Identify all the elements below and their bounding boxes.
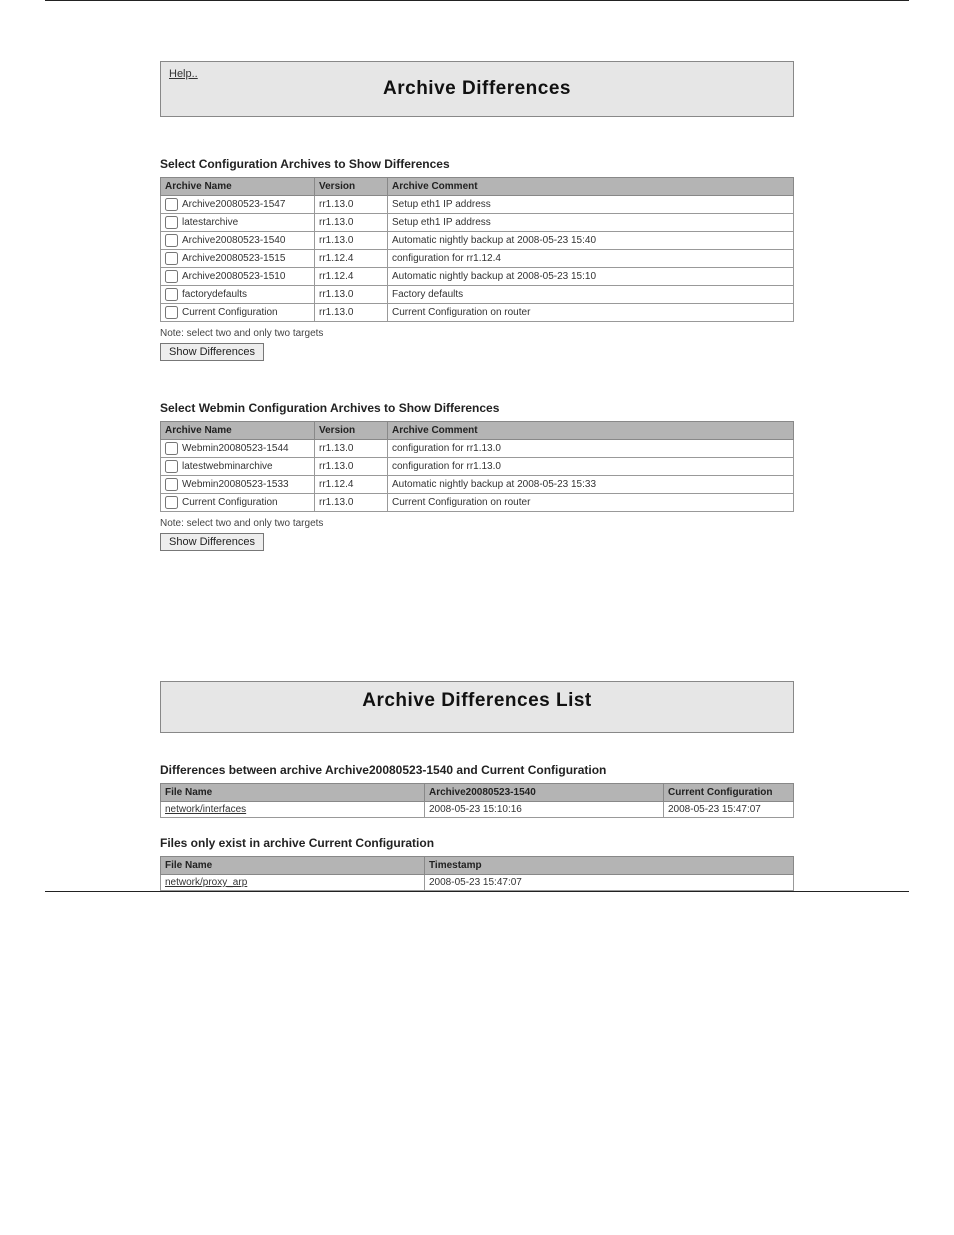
list-title: Archive Differences List: [169, 690, 785, 712]
archive-name: Archive20080523-1540: [182, 235, 285, 246]
archive-comment: configuration for rr1.13.0: [388, 440, 794, 458]
archive-name: Archive20080523-1547: [182, 199, 285, 210]
archive-version: rr1.13.0: [315, 196, 388, 214]
bottom-rule: [45, 891, 909, 892]
timestamp-b: 2008-05-23 15:47:07: [664, 802, 794, 818]
table-row: Archive20080523-1540 rr1.13.0Automatic ni…: [161, 232, 794, 250]
archive-comment: Current Configuration on router: [388, 494, 794, 512]
archive-comment: configuration for rr1.12.4: [388, 250, 794, 268]
archive-version: rr1.12.4: [315, 476, 388, 494]
help-link[interactable]: Help..: [169, 68, 198, 80]
timestamp: 2008-05-23 15:47:07: [425, 875, 794, 891]
archive-name: Webmin20080523-1533: [182, 479, 289, 490]
archive-version: rr1.12.4: [315, 268, 388, 286]
col-version: Version: [315, 422, 388, 440]
archive-comment: Current Configuration on router: [388, 304, 794, 322]
table-row: Webmin20080523-1533 rr1.12.4Automatic nig…: [161, 476, 794, 494]
only-in-heading: Files only exist in archive Current Conf…: [160, 836, 794, 850]
table-row: latestarchive rr1.13.0Setup eth1 IP addre…: [161, 214, 794, 232]
table-row: network/interfaces 2008-05-23 15:10:16200…: [161, 802, 794, 818]
archive-name: latestwebminarchive: [182, 461, 273, 472]
table-row: Archive20080523-1510 rr1.12.4Automatic ni…: [161, 268, 794, 286]
archive-checkbox[interactable]: [165, 288, 178, 301]
col-timestamp: Timestamp: [425, 857, 794, 875]
table-row: Archive20080523-1547 rr1.13.0Setup eth1 I…: [161, 196, 794, 214]
file-link[interactable]: network/interfaces: [165, 804, 246, 815]
archive-checkbox[interactable]: [165, 216, 178, 229]
archive-differences-list-panel: Archive Differences List: [160, 681, 794, 733]
show-differences-button[interactable]: Show Differences: [160, 343, 264, 361]
archive-version: rr1.12.4: [315, 250, 388, 268]
archive-comment: Automatic nightly backup at 2008-05-23 1…: [388, 232, 794, 250]
archive-comment: Automatic nightly backup at 2008-05-23 1…: [388, 268, 794, 286]
webmin-archives-table: Archive Name Version Archive Comment Web…: [160, 421, 794, 512]
table-row: latestwebminarchive rr1.13.0configuration…: [161, 458, 794, 476]
archive-comment: Factory defaults: [388, 286, 794, 304]
note-text: Note: select two and only two targets: [160, 328, 794, 339]
archive-checkbox[interactable]: [165, 306, 178, 319]
col-comment: Archive Comment: [388, 178, 794, 196]
archive-checkbox[interactable]: [165, 478, 178, 491]
file-link[interactable]: network/proxy_arp: [165, 877, 247, 888]
archive-version: rr1.13.0: [315, 494, 388, 512]
archive-name: Archive20080523-1515: [182, 253, 285, 264]
archive-name: Current Configuration: [182, 497, 278, 508]
archive-checkbox[interactable]: [165, 496, 178, 509]
archive-comment: Setup eth1 IP address: [388, 196, 794, 214]
archive-checkbox[interactable]: [165, 252, 178, 265]
webmin-archives-heading: Select Webmin Configuration Archives to …: [160, 401, 794, 415]
archive-checkbox[interactable]: [165, 234, 178, 247]
timestamp-a: 2008-05-23 15:10:16: [425, 802, 664, 818]
archive-version: rr1.13.0: [315, 458, 388, 476]
col-archive-name: Archive Name: [161, 422, 315, 440]
table-row: Current Configuration rr1.13.0Current Con…: [161, 494, 794, 512]
col-file: File Name: [161, 784, 425, 802]
archive-version: rr1.13.0: [315, 214, 388, 232]
config-archives-table: Archive Name Version Archive Comment Arc…: [160, 177, 794, 322]
archive-name: Current Configuration: [182, 307, 278, 318]
archive-version: rr1.13.0: [315, 304, 388, 322]
archive-name: Archive20080523-1510: [182, 271, 285, 282]
col-archive-b: Current Configuration: [664, 784, 794, 802]
col-archive-a: Archive20080523-1540: [425, 784, 664, 802]
archive-comment: Setup eth1 IP address: [388, 214, 794, 232]
archive-name: latestarchive: [182, 217, 238, 228]
table-row: factorydefaults rr1.13.0Factory defaults: [161, 286, 794, 304]
top-rule: [45, 0, 909, 1]
col-file: File Name: [161, 857, 425, 875]
archive-comment: Automatic nightly backup at 2008-05-23 1…: [388, 476, 794, 494]
archive-version: rr1.13.0: [315, 232, 388, 250]
archive-differences-panel: Help.. Archive Differences: [160, 61, 794, 117]
archive-checkbox[interactable]: [165, 198, 178, 211]
col-comment: Archive Comment: [388, 422, 794, 440]
table-row: Archive20080523-1515 rr1.12.4configuratio…: [161, 250, 794, 268]
only-in-table: File Name Timestamp network/proxy_arp 200…: [160, 856, 794, 891]
page-title: Archive Differences: [169, 78, 785, 100]
archive-name: factorydefaults: [182, 289, 247, 300]
table-row: Webmin20080523-1544 rr1.13.0configuration…: [161, 440, 794, 458]
config-archives-heading: Select Configuration Archives to Show Di…: [160, 157, 794, 171]
col-version: Version: [315, 178, 388, 196]
archive-checkbox[interactable]: [165, 442, 178, 455]
diff-table: File Name Archive20080523-1540 Current C…: [160, 783, 794, 818]
diff-heading: Differences between archive Archive20080…: [160, 763, 794, 777]
archive-checkbox[interactable]: [165, 460, 178, 473]
table-row: network/proxy_arp 2008-05-23 15:47:07: [161, 875, 794, 891]
archive-comment: configuration for rr1.13.0: [388, 458, 794, 476]
archive-name: Webmin20080523-1544: [182, 443, 289, 454]
table-row: Current Configuration rr1.13.0Current Con…: [161, 304, 794, 322]
archive-version: rr1.13.0: [315, 440, 388, 458]
col-archive-name: Archive Name: [161, 178, 315, 196]
note-text: Note: select two and only two targets: [160, 518, 794, 529]
show-differences-button[interactable]: Show Differences: [160, 533, 264, 551]
archive-version: rr1.13.0: [315, 286, 388, 304]
archive-checkbox[interactable]: [165, 270, 178, 283]
